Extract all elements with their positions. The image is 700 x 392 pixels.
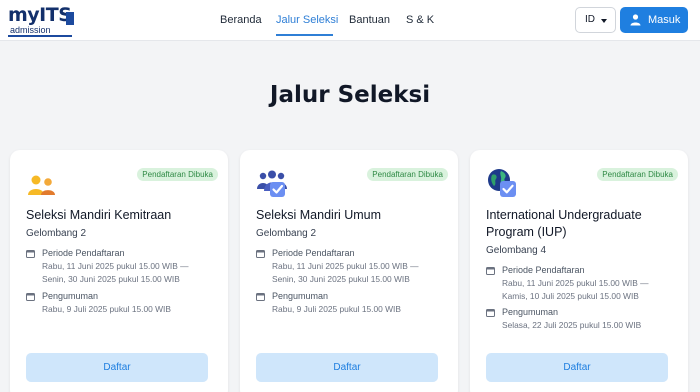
calendar-icon (256, 250, 265, 258)
card-title: Seleksi Mandiri Umum (256, 208, 382, 222)
group-check-icon (257, 170, 287, 197)
card-wave: Gelombang 2 (26, 228, 87, 239)
card-wave: Gelombang 2 (256, 228, 317, 239)
logo-wordmark: myITS (8, 4, 72, 26)
registration-start: Rabu, 11 Juni 2025 pukul 15.00 WIB — (42, 261, 189, 271)
nav-bantuan[interactable]: Bantuan (349, 13, 390, 27)
registration-start: Rabu, 11 Juni 2025 pukul 15.00 WIB — (272, 261, 419, 271)
card-seleksi-mandiri-kemitraan: Pendaftaran Dibuka Seleksi Mandiri Kemit… (10, 150, 228, 392)
card-title: Seleksi Mandiri Kemitraan (26, 208, 172, 222)
card-wave: Gelombang 4 (486, 245, 547, 256)
card-international-undergraduate-program: Pendaftaran Dibuka International Undergr… (470, 150, 688, 392)
registration-end: Senin, 30 Juni 2025 pukul 15.00 WIB (272, 274, 410, 284)
status-badge: Pendaftaran Dibuka (367, 168, 448, 181)
calendar-icon (26, 293, 35, 301)
card-seleksi-mandiri-umum: Pendaftaran Dibuka Seleksi Mandiri Umum … (240, 150, 458, 392)
logo-flag-mark (66, 12, 74, 25)
registration-label: Periode Pendaftaran (272, 248, 355, 258)
nav-beranda[interactable]: Beranda (220, 13, 262, 27)
chevron-down-icon (601, 19, 607, 23)
calendar-icon (26, 250, 35, 258)
registration-end: Senin, 30 Juni 2025 pukul 15.00 WIB (42, 274, 180, 284)
registration-label: Periode Pendaftaran (502, 265, 585, 275)
language-value: ID (585, 14, 595, 25)
announcement-label: Pengumuman (502, 307, 559, 317)
registration-start: Rabu, 11 Juni 2025 pukul 15.00 WIB — (502, 278, 649, 288)
nav-syarat-ketentuan[interactable]: S & K (406, 13, 434, 27)
announcement-date: Rabu, 9 Juli 2025 pukul 15.00 WIB (42, 304, 171, 314)
registration-end: Kamis, 10 Juli 2025 pukul 15.00 WIB (502, 291, 639, 301)
calendar-icon (256, 293, 265, 301)
daftar-button[interactable]: Daftar (486, 353, 668, 382)
announcement-date: Rabu, 9 Juli 2025 pukul 15.00 WIB (272, 304, 401, 314)
partnership-people-icon (28, 175, 55, 195)
logo-subtitle: admission (10, 25, 51, 35)
daftar-button[interactable]: Daftar (26, 353, 208, 382)
myits-admission-logo[interactable]: myITS admission (8, 4, 78, 37)
registration-label: Periode Pendaftaran (42, 248, 125, 258)
page-title: Jalur Seleksi (269, 82, 431, 108)
calendar-icon (486, 309, 495, 317)
announcement-label: Pengumuman (272, 291, 329, 301)
daftar-button[interactable]: Daftar (256, 353, 438, 382)
language-select[interactable]: ID (575, 7, 616, 33)
announcement-label: Pengumuman (42, 291, 99, 301)
login-button[interactable]: Masuk (620, 7, 688, 33)
login-label: Masuk (648, 14, 681, 26)
calendar-icon (486, 267, 495, 275)
status-badge: Pendaftaran Dibuka (137, 168, 218, 181)
top-header: myITS admission Beranda Jalur Seleksi Ba… (0, 0, 700, 41)
card-title: International Undergraduate Program (IUP… (486, 208, 642, 239)
user-icon (630, 14, 641, 26)
status-badge: Pendaftaran Dibuka (597, 168, 678, 181)
announcement-date: Selasa, 22 Juli 2025 pukul 15.00 WIB (502, 320, 642, 330)
nav-active-indicator (276, 34, 333, 36)
logo-underline (8, 35, 72, 37)
nav-jalur-seleksi[interactable]: Jalur Seleksi (276, 13, 338, 27)
globe-check-icon (488, 169, 516, 197)
